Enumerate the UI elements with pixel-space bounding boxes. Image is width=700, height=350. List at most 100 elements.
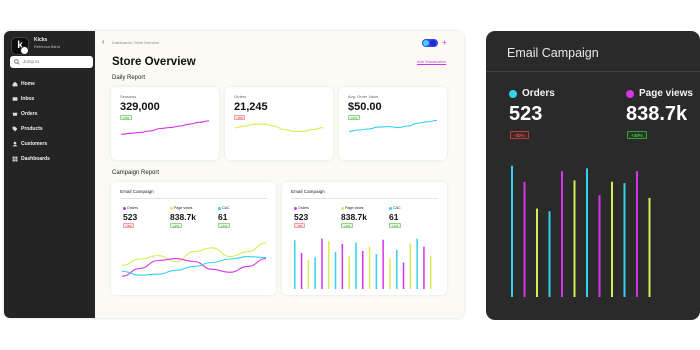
sidebar-item-dashboards[interactable]: Dashboards [12, 155, 50, 163]
metric-change-badge: -3% [294, 223, 306, 228]
sidebar-item-inbox[interactable]: Inbox [12, 95, 34, 103]
sparkline-series [234, 123, 324, 132]
add-visualization-link[interactable]: Add Visualization [417, 60, 446, 64]
metric-label-orders: Orders [294, 206, 309, 210]
campaign-bar-chart [294, 238, 432, 289]
sidebar-item-home[interactable]: Home [12, 80, 35, 88]
sidebar: k Kicks Rebecca Blind Jump to Home Inbox… [4, 31, 95, 318]
kpi-card-orders[interactable]: Orders 21,245 -2% [225, 87, 333, 160]
metric-change-badge: +1% [389, 223, 402, 228]
line-series-1 [121, 258, 267, 277]
bar-20 [430, 256, 432, 289]
bar-4 [321, 238, 323, 289]
pink-dot-icon [626, 89, 634, 98]
bar-14 [389, 258, 391, 289]
bar-1 [300, 252, 303, 289]
bar-4 [561, 171, 563, 297]
metric-label-page-views: Page views [341, 206, 363, 210]
kpi-sparkline [234, 123, 324, 132]
metric-value-page-views: 838.7k [341, 212, 367, 222]
back-chevron-icon[interactable]: ‹ [102, 39, 104, 46]
bar-0 [511, 165, 513, 297]
email-campaign-panel[interactable]: Email Campaign Orders Page views 523 838… [486, 31, 700, 320]
metric-value-page-views: 838.7k [170, 212, 196, 222]
metric-change-badge: +2% [170, 223, 183, 228]
dashboard-icon [12, 156, 18, 162]
sidebar-item-customers[interactable]: Customers [12, 140, 47, 148]
bar-16 [402, 262, 405, 289]
page-title: Store Overview [112, 56, 196, 68]
workspace-name[interactable]: Kicks [34, 37, 47, 43]
metric-change-badge: +2% [341, 223, 354, 228]
bar-10 [362, 250, 364, 289]
bar-8 [348, 256, 350, 289]
lime-dot-icon [341, 206, 344, 210]
metric-change-badge: -30% [510, 131, 529, 139]
metric-value-orders: 523 [123, 212, 138, 222]
metric-change-badge: +30% [627, 131, 647, 139]
theme-toggle[interactable] [422, 39, 438, 47]
bar-9 [355, 242, 357, 289]
search-icon [14, 59, 20, 65]
search-input[interactable]: Jump to [10, 56, 93, 68]
main-content: ‹ Dashboards / Store Overview + Store Ov… [95, 31, 464, 318]
line-series-2 [121, 256, 267, 276]
kpi-card-aov[interactable]: Avg. Order Value $50.00 +1% [339, 87, 447, 160]
cyan-dot-icon [509, 89, 517, 98]
bar-8 [611, 181, 613, 297]
metric-label-page-views: Page views [626, 88, 693, 99]
bar-0 [294, 240, 296, 289]
kpi-value: $50.00 [348, 101, 382, 113]
bar-6 [586, 168, 588, 297]
bar-5 [573, 180, 576, 297]
breadcrumb[interactable]: Dashboards / Store Overview [112, 41, 159, 45]
metric-change-badge: -3% [123, 223, 135, 228]
brand-logo-badge [20, 46, 29, 55]
metric-value-orders: 523 [294, 212, 309, 222]
pink-dot-icon [294, 206, 297, 210]
divider [486, 71, 700, 72]
bar-1 [523, 181, 526, 297]
bar-13 [382, 239, 384, 289]
campaign-card-title: Email Campaign [291, 189, 325, 194]
orders-icon [12, 112, 18, 116]
bar-6 [334, 251, 337, 289]
home-icon [12, 81, 18, 87]
bar-11 [368, 246, 371, 289]
campaign-report-title: Campaign Report [112, 170, 160, 176]
sparkline-series [348, 119, 438, 132]
sidebar-item-orders[interactable]: Orders [12, 110, 37, 118]
metric-value-page-views: 838.7k [626, 103, 688, 125]
bar-19 [423, 246, 425, 289]
kpi-sparkline [120, 120, 210, 135]
bar-2 [536, 208, 538, 297]
user-name: Rebecca Blind [34, 44, 60, 49]
metric-label-cac: CAC [218, 206, 230, 210]
bar-5 [328, 241, 330, 289]
bar-9 [623, 183, 626, 297]
metric-label-page-views: Page views [170, 206, 192, 210]
kpi-value: 21,245 [234, 101, 268, 113]
campaign-line-chart [121, 242, 267, 277]
bar-12 [375, 254, 378, 289]
kpi-card-sessions[interactable]: Sessions 329,000 +3% [111, 87, 219, 160]
sparkline-series [120, 120, 210, 135]
bar-7 [598, 195, 601, 297]
metric-value-cac: 61 [389, 212, 399, 222]
campaign-card-bars[interactable]: Email Campaign Orders Page views CAC 523… [282, 182, 447, 295]
sidebar-item-products[interactable]: Products [12, 125, 43, 133]
tag-icon [12, 126, 18, 132]
daily-report-title: Daily Report [112, 75, 146, 81]
bar-18 [416, 238, 418, 289]
campaign-card-lines[interactable]: Email Campaign Orders Page views CAC 523… [111, 182, 276, 295]
pink-dot-icon [123, 206, 126, 210]
users-icon [12, 141, 18, 147]
dashboard-window: k Kicks Rebecca Blind Jump to Home Inbox… [4, 31, 464, 318]
bar-7 [341, 243, 344, 289]
panel-title: Email Campaign [507, 46, 599, 60]
divider [120, 198, 267, 199]
bar-3 [314, 257, 316, 289]
lime-dot-icon [170, 206, 173, 210]
add-icon[interactable]: + [442, 38, 447, 47]
kpi-label: Avg. Order Value [348, 94, 379, 99]
